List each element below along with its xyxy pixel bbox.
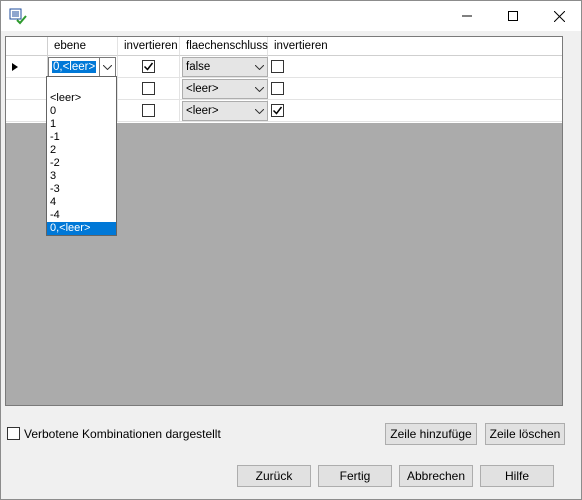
close-icon [553,10,565,22]
flaechenschluss-value: <leer> [186,83,219,95]
invertieren-checkbox[interactable] [142,82,155,95]
dropdown-option[interactable]: 3 [47,170,116,183]
checkmark-icon [143,62,154,71]
column-header-invertieren[interactable]: invertieren [118,37,180,56]
column-header-flaechenschluss[interactable]: flaechenschluss [180,37,268,56]
column-header-ebene[interactable]: ebene [48,37,118,56]
row-header[interactable] [6,78,48,100]
table-row-3-invertieren[interactable] [118,100,180,122]
close-button[interactable] [536,1,582,31]
help-button[interactable]: Hilfe [480,465,554,487]
verbotene-kombinationen-label[interactable]: Verbotene Kombinationen dargestellt [24,427,221,441]
table-row-1-invertieren-2[interactable] [268,56,562,78]
table-row-1-ebene[interactable]: 0,<leer> [48,56,118,78]
dropdown-option[interactable]: -1 [47,131,116,144]
flaechenschluss-value: <leer> [186,105,219,117]
dropdown-option-selected[interactable]: 0,<leer> [47,222,116,235]
invertieren-2-checkbox[interactable] [271,104,284,117]
chevron-down-icon[interactable] [251,58,267,76]
flaechenschluss-combobox[interactable]: <leer> [182,79,268,99]
ebene-combobox-value: 0,<leer> [52,61,97,73]
dropdown-option[interactable]: -2 [47,157,116,170]
table-row-1-invertieren[interactable] [118,56,180,78]
app-icon [9,8,27,25]
column-header-invertieren-2[interactable]: invertieren [268,37,562,56]
table-row-2-flaechenschluss[interactable]: <leer> [180,78,268,100]
checkmark-icon [272,106,283,115]
current-row-arrow-icon [12,63,18,71]
table-row-2-invertieren-2[interactable] [268,78,562,100]
dropdown-option-empty[interactable] [47,79,116,92]
header-corner [6,37,48,56]
dropdown-option[interactable]: <leer> [47,92,116,105]
chevron-down-icon[interactable] [251,102,267,120]
invertieren-checkbox[interactable] [142,104,155,117]
row-header[interactable] [6,56,48,78]
invertieren-2-checkbox[interactable] [271,60,284,73]
chevron-down-icon[interactable] [251,80,267,98]
title-bar [1,1,581,31]
dropdown-option[interactable]: -4 [47,209,116,222]
invertieren-checkbox[interactable] [142,60,155,73]
chevron-down-icon[interactable] [99,58,115,76]
delete-row-button[interactable]: Zeile löschen [485,423,565,445]
flaechenschluss-value: false [186,61,211,73]
invertieren-2-checkbox[interactable] [271,82,284,95]
dropdown-option[interactable]: 1 [47,118,116,131]
minimize-button[interactable] [444,1,490,31]
table-row-1-flaechenschluss[interactable]: false [180,56,268,78]
table-row-3-invertieren-2[interactable] [268,100,562,122]
ebene-combobox[interactable]: 0,<leer> [48,57,116,77]
back-button[interactable]: Zurück [237,465,311,487]
table-row-2-invertieren[interactable] [118,78,180,100]
cancel-button[interactable]: Abbrechen [399,465,473,487]
flaechenschluss-combobox[interactable]: <leer> [182,101,268,121]
row-header[interactable] [6,100,48,122]
verbotene-kombinationen-checkbox[interactable] [7,427,20,440]
add-row-button[interactable]: Zeile hinzufüge [385,423,477,445]
flaechenschluss-combobox[interactable]: false [182,57,268,77]
wizard-window: ebene invertieren flaechenschluss invert… [0,0,582,500]
table-row-3-flaechenschluss[interactable]: <leer> [180,100,268,122]
dropdown-option[interactable]: 0 [47,105,116,118]
dropdown-option[interactable]: 4 [47,196,116,209]
maximize-button[interactable] [490,1,536,31]
maximize-icon [508,11,518,21]
ebene-dropdown-list[interactable]: <leer> 0 1 -1 2 -2 3 -3 4 -4 0,<leer> [46,76,117,236]
dropdown-option[interactable]: 2 [47,144,116,157]
minimize-icon [462,15,472,17]
dropdown-option[interactable]: -3 [47,183,116,196]
finish-button[interactable]: Fertig [318,465,392,487]
